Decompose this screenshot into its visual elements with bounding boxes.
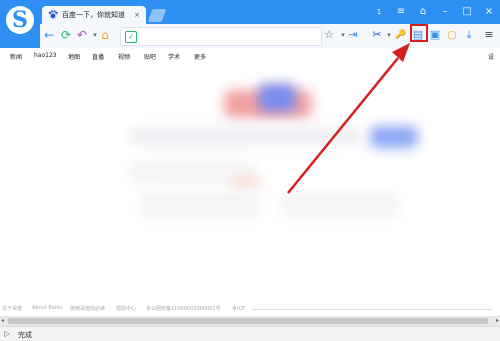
annotation-arrow [287,43,410,194]
